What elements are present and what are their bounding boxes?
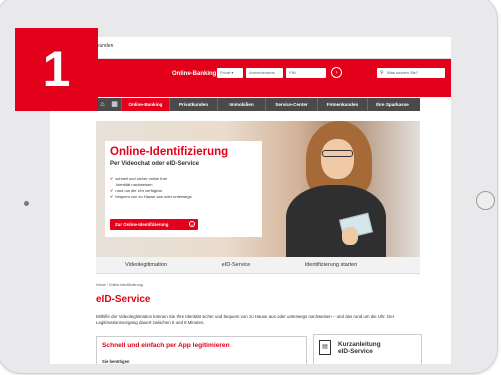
tablet-screen: kunden Online-Banking Privat ▾ Anmeldena… bbox=[50, 37, 451, 364]
step-badge: 1 bbox=[15, 28, 98, 111]
nav-item-online-banking[interactable]: Online-Banking bbox=[121, 98, 169, 111]
check-icon: ✔ bbox=[110, 194, 114, 199]
document-icon: ▤ bbox=[319, 340, 331, 355]
content-tabs: Videolegitimation eID-Service Identifizi… bbox=[96, 257, 420, 274]
top-strip-label[interactable]: kunden bbox=[97, 43, 113, 49]
nav-item-ihre-sparkasse[interactable]: Ihre Sparkasse bbox=[367, 98, 417, 111]
page-title: eID-Service bbox=[96, 294, 151, 305]
hero-bullet: ✔ schnell und sicher online Ihre bbox=[110, 176, 167, 181]
online-identification-button[interactable]: Zur Online-Identifizierung › bbox=[110, 219, 198, 230]
check-icon: ✔ bbox=[110, 176, 114, 181]
tablet-home-button[interactable] bbox=[476, 191, 495, 210]
nav-item-service-center[interactable]: Service-Center bbox=[265, 98, 317, 111]
hero-photo-face bbox=[321, 139, 354, 179]
camera-dot bbox=[24, 201, 29, 206]
hero-bullet-text: schnell und sicher online Ihre bbox=[115, 176, 168, 181]
search-placeholder: Was suchen Sie? bbox=[387, 70, 418, 75]
hero-bullet-text: rund um die Uhr verfügbar bbox=[115, 188, 163, 193]
hero-title: Online-Identifizierung bbox=[110, 146, 229, 158]
chevron-down-icon: ▾ bbox=[231, 70, 234, 75]
cta-label: Zur Online-Identifizierung bbox=[115, 222, 169, 227]
nav-item-immobilien[interactable]: Immobilien bbox=[217, 98, 265, 111]
hero-offer-box: Online-Identifizierung Per Videochat ode… bbox=[105, 141, 262, 237]
grid-icon[interactable]: ▦ bbox=[110, 100, 119, 109]
main-navigation: ⌂ ▦ Online-Banking Privatkunden Immobili… bbox=[96, 98, 420, 111]
nav-item-firmenkunden[interactable]: Firmenkunden bbox=[317, 98, 367, 111]
hero-bullet: ✔ rund um die Uhr verfügbar bbox=[110, 188, 162, 193]
hero-photo-glasses bbox=[322, 150, 353, 157]
guide-download-box[interactable]: ▤ Kurzanleitung eID-Service bbox=[313, 334, 422, 364]
tab-eid-service[interactable]: eID-Service bbox=[196, 257, 276, 273]
hero-bullet: Identität nachweisen bbox=[116, 182, 152, 187]
arrow-right-icon: › bbox=[189, 221, 195, 227]
customer-type-select[interactable]: Privat ▾ bbox=[217, 68, 243, 78]
hero-bullet: ✔ bequem von zu Hause aus oder unterwegs bbox=[110, 194, 192, 199]
username-field[interactable]: Anmeldename bbox=[246, 68, 283, 78]
breadcrumb[interactable]: Home › Online-Identifizierung bbox=[96, 283, 143, 287]
home-icon[interactable]: ⌂ bbox=[98, 100, 107, 109]
check-icon: ✔ bbox=[110, 188, 114, 193]
nav-item-privatkunden[interactable]: Privatkunden bbox=[169, 98, 217, 111]
tab-videolegitimation[interactable]: Videolegitimation bbox=[96, 257, 196, 273]
tab-identifizierung-starten[interactable]: Identifizierung starten bbox=[276, 257, 386, 273]
page-description: Mithilfe der Videolegitimation können Si… bbox=[96, 314, 395, 325]
app-legitimation-box: Schnell und einfach per App legitimieren… bbox=[96, 336, 307, 364]
hero-bullet-text: Identität nachweisen bbox=[116, 182, 153, 187]
login-header: Online-Banking Privat ▾ Anmeldename PIN … bbox=[50, 59, 451, 97]
top-strip: kunden bbox=[50, 37, 451, 59]
search-icon: ⚲ bbox=[380, 70, 384, 76]
app-box-subtitle: Sie benötigen bbox=[102, 359, 130, 364]
guide-title: Kurzanleitung eID-Service bbox=[338, 341, 381, 355]
select-value: Privat bbox=[220, 70, 231, 75]
pin-field[interactable]: PIN bbox=[286, 68, 326, 78]
hero-photo-hand bbox=[342, 227, 358, 245]
app-box-title: Schnell und einfach per App legitimieren bbox=[102, 342, 230, 349]
search-input[interactable]: ⚲ Was suchen Sie? bbox=[377, 68, 445, 78]
online-banking-label: Online-Banking bbox=[172, 71, 217, 77]
guide-title-line2: eID-Service bbox=[338, 348, 373, 355]
login-go-button[interactable]: › bbox=[331, 67, 342, 78]
hero-subtitle: Per Videochat oder eID-Service bbox=[110, 161, 199, 167]
hero-photo-body bbox=[286, 185, 386, 257]
guide-title-line1: Kurzanleitung bbox=[338, 341, 381, 348]
hero-bullet-text: bequem von zu Hause aus oder unterwegs bbox=[115, 194, 192, 199]
